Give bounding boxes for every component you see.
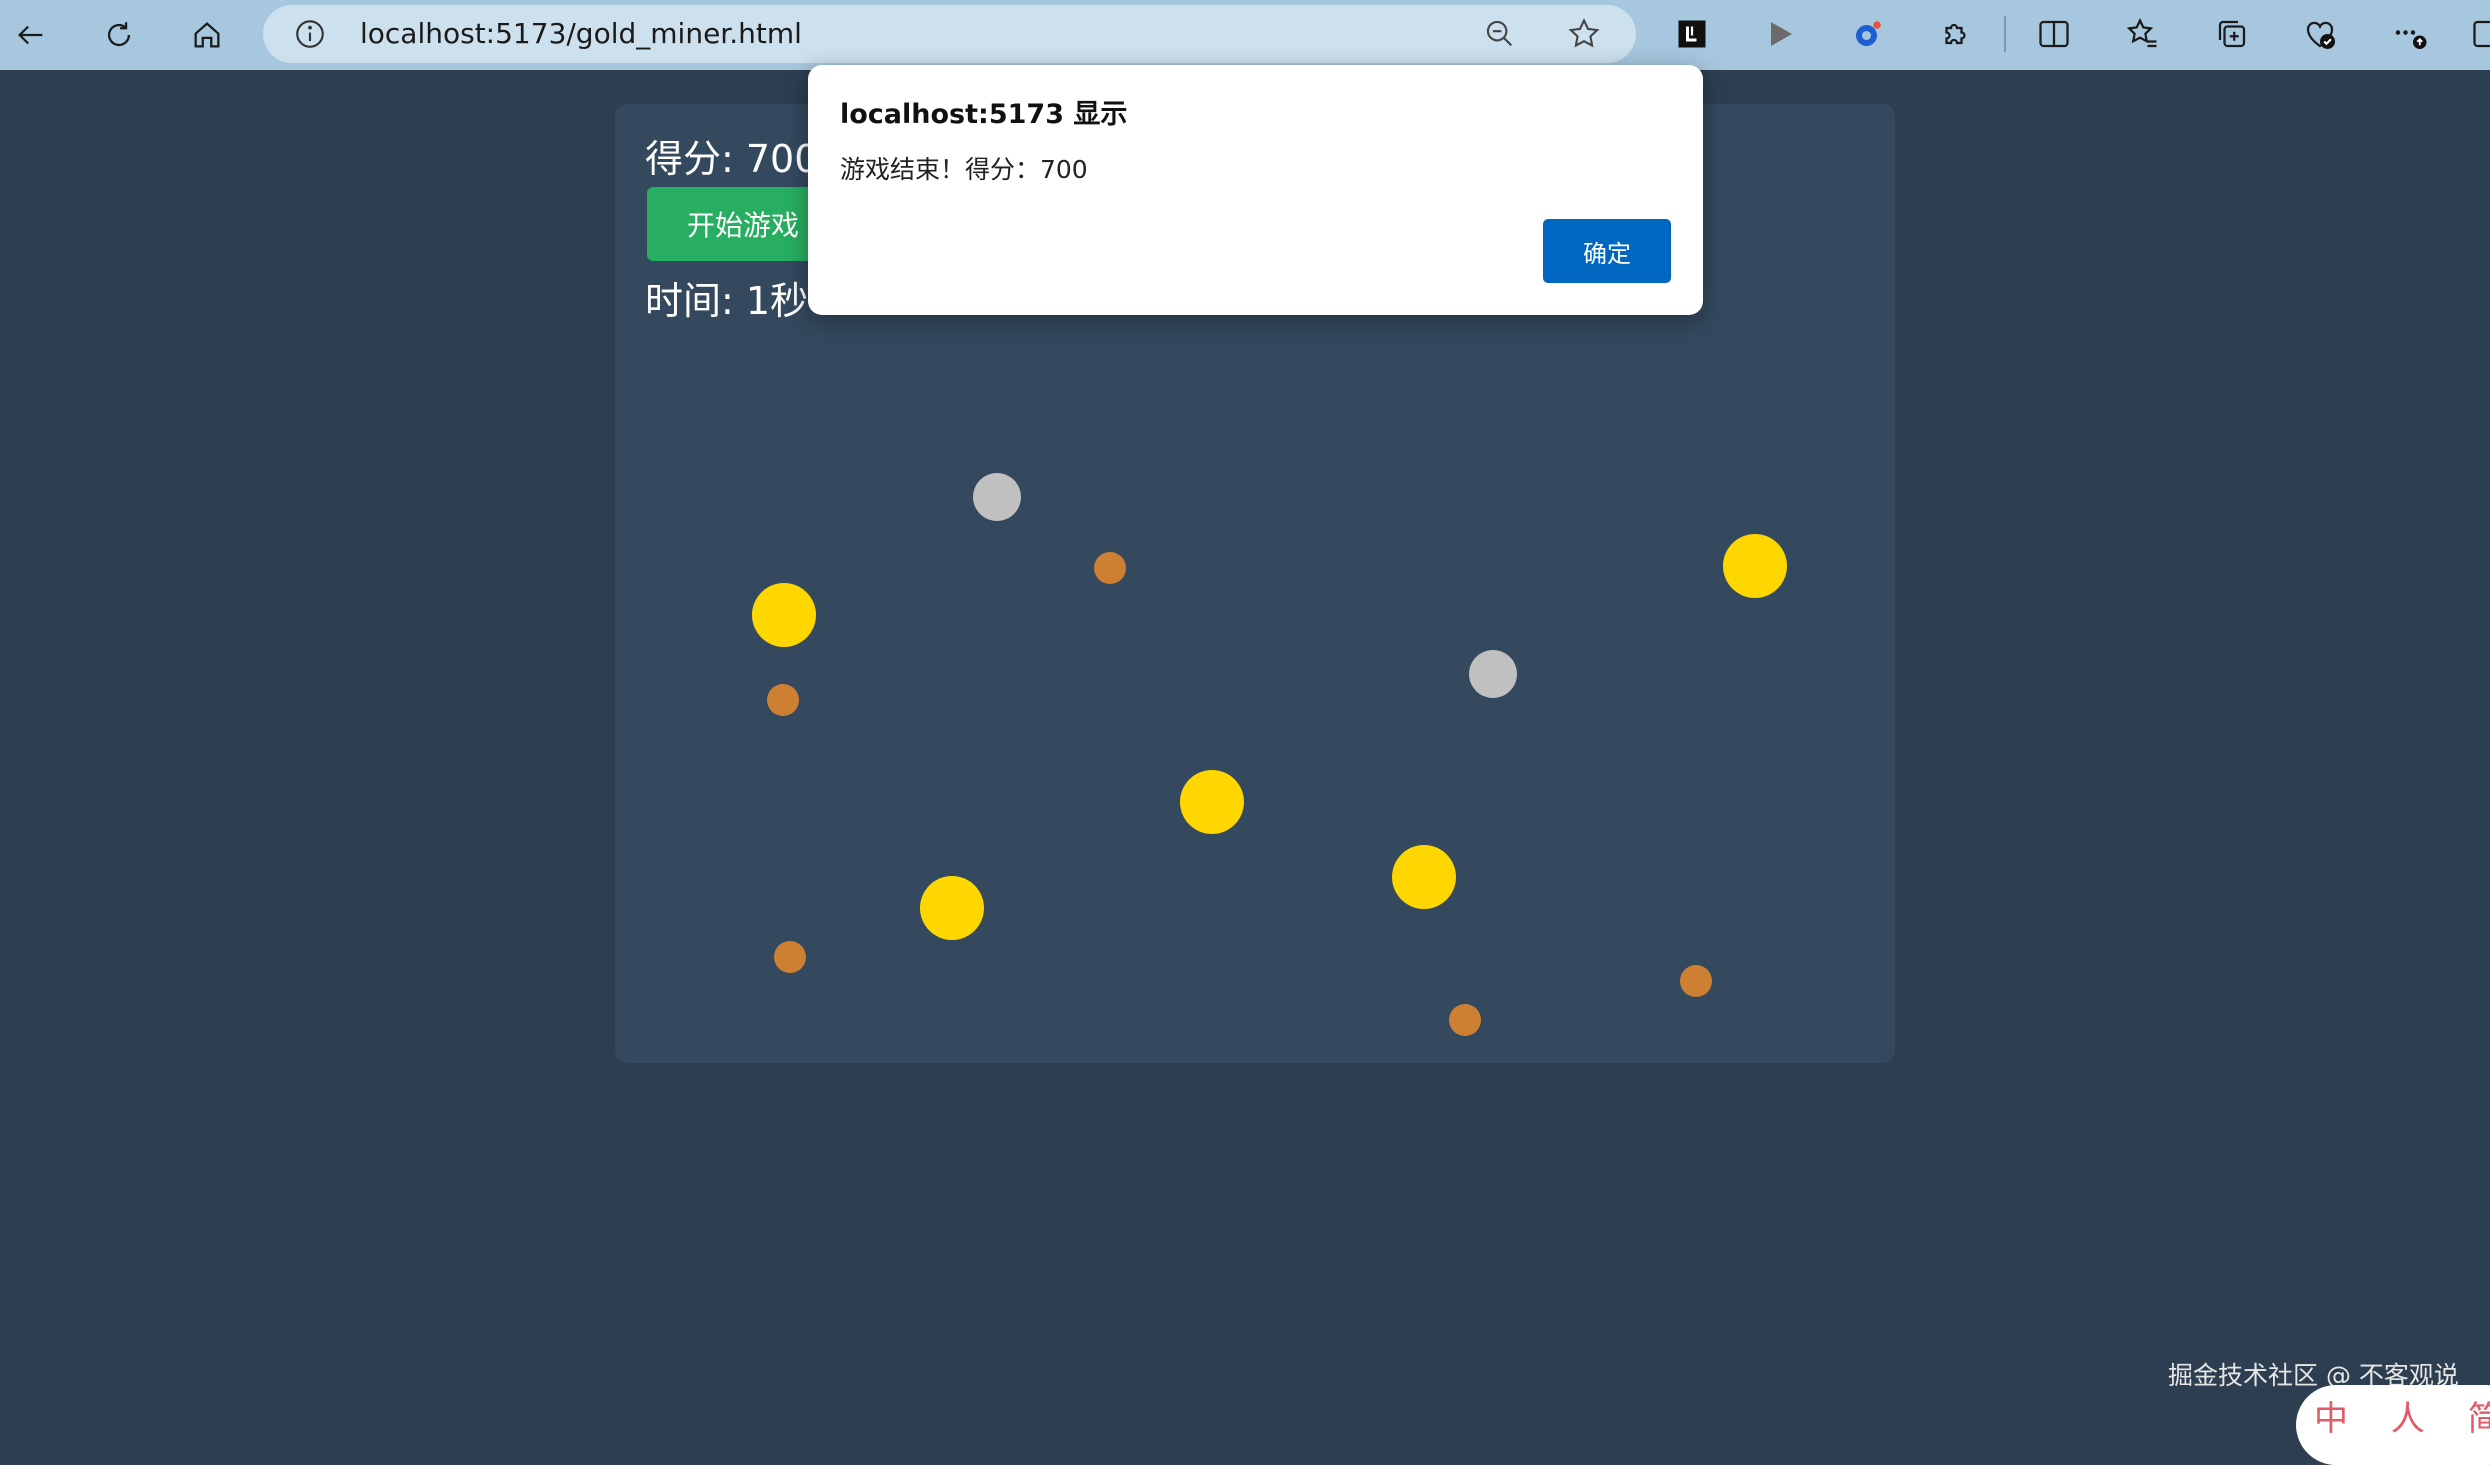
info-icon[interactable] <box>293 17 327 51</box>
address-bar[interactable]: localhost:5173/gold_miner.html <box>263 5 1636 63</box>
mineral-copper <box>1449 1004 1481 1036</box>
refresh-icon[interactable] <box>94 10 144 60</box>
zoom-out-icon[interactable] <box>1483 17 1517 51</box>
alert-title: localhost:5173 显示 <box>840 95 1127 135</box>
alert-ok-button[interactable]: 确定 <box>1543 219 1671 283</box>
browser-essentials-icon[interactable] <box>2300 14 2340 54</box>
collections-icon[interactable] <box>2212 14 2252 54</box>
toolbar-separator <box>2004 16 2006 52</box>
mineral-silver <box>1469 650 1517 698</box>
alert-message: 游戏结束！得分：700 <box>840 152 1088 188</box>
home-icon[interactable] <box>182 10 232 60</box>
sidebar-toggle-icon[interactable] <box>2470 14 2490 54</box>
mineral-copper <box>774 941 806 973</box>
mineral-copper <box>767 684 799 716</box>
mineral-gold <box>1723 534 1787 598</box>
favorites-icon[interactable] <box>2123 14 2163 54</box>
extensions-puzzle-icon[interactable] <box>1937 14 1977 54</box>
browser-toolbar: localhost:5173/gold_miner.html <box>0 0 2490 70</box>
input-method-widget[interactable]: 中 人 简 <box>2296 1385 2490 1465</box>
play-icon[interactable] <box>1760 14 1800 54</box>
score-display: 得分: 700 <box>645 134 818 184</box>
alert-dialog: localhost:5173 显示 游戏结束！得分：700 确定 <box>808 65 1703 315</box>
time-display: 时间: 1秒 <box>645 276 808 326</box>
split-screen-icon[interactable] <box>2034 14 2074 54</box>
mineral-gold <box>1180 770 1244 834</box>
back-arrow-icon[interactable] <box>6 10 56 60</box>
favorite-star-icon[interactable] <box>1566 16 1602 52</box>
mineral-gold <box>920 876 984 940</box>
url-text[interactable]: localhost:5173/gold_miner.html <box>360 16 802 52</box>
more-options-icon[interactable] <box>2390 14 2430 54</box>
mineral-gold <box>1392 845 1456 909</box>
extension-l-icon[interactable] <box>1672 14 1712 54</box>
mineral-silver <box>973 473 1021 521</box>
mineral-copper <box>1094 552 1126 584</box>
mineral-gold <box>752 583 816 647</box>
input-method-text: 中 人 简 <box>2314 1391 2490 1440</box>
copilot-icon[interactable] <box>1848 14 1888 54</box>
mineral-copper <box>1680 965 1712 997</box>
